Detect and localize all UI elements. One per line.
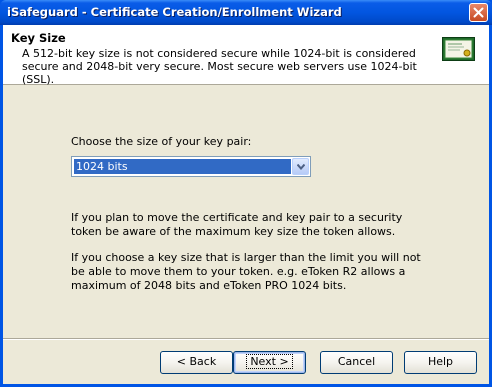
wizard-header: Key Size A 512-bit key size is not consi… <box>3 25 489 86</box>
cancel-button[interactable]: Cancel <box>320 351 393 374</box>
dropdown-button[interactable] <box>292 158 309 175</box>
wizard-window: iSafeguard - Certificate Creation/Enroll… <box>0 0 492 387</box>
page-title: Key Size <box>11 31 66 45</box>
help-button-label: Help <box>427 355 454 368</box>
certificate-icon <box>442 37 475 61</box>
page-description: A 512-bit key size is not considered sec… <box>22 47 417 86</box>
key-size-value: 1024 bits <box>74 159 291 174</box>
key-size-select[interactable]: 1024 bits <box>71 156 311 177</box>
token-info-text: If you plan to move the certificate and … <box>71 211 403 238</box>
close-button[interactable] <box>469 3 488 22</box>
help-button[interactable]: Help <box>404 351 477 374</box>
token-limit-text: If you choose a key size that is larger … <box>71 251 421 292</box>
key-size-label: Choose the size of your key pair: <box>71 135 252 148</box>
dialog-body: Key Size A 512-bit key size is not consi… <box>3 25 489 384</box>
back-button-label: < Back <box>176 355 217 368</box>
window-title: iSafeguard - Certificate Creation/Enroll… <box>7 5 342 19</box>
next-button[interactable]: Next > <box>233 351 306 374</box>
footer-divider <box>3 338 489 340</box>
back-button[interactable]: < Back <box>160 351 233 374</box>
next-button-label: Next > <box>246 354 293 369</box>
cancel-button-label: Cancel <box>337 355 376 368</box>
title-bar[interactable]: iSafeguard - Certificate Creation/Enroll… <box>0 0 492 25</box>
